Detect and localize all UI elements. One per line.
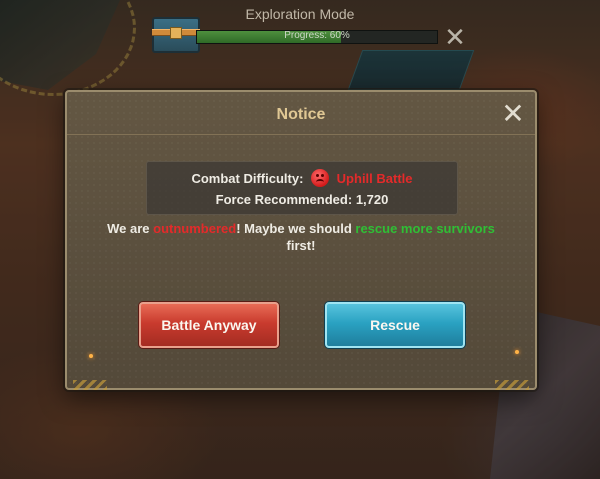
combat-difficulty-line: Combat Difficulty: Uphill Battle	[147, 169, 457, 187]
close-x-icon[interactable]: ✕	[442, 24, 468, 50]
message-part3: first!	[286, 238, 316, 253]
message-part1: We are	[107, 221, 154, 236]
dialog-title: Notice	[276, 106, 326, 123]
treasure-chest-icon	[152, 17, 200, 53]
ember-particle	[515, 350, 519, 354]
rescue-button[interactable]: Rescue	[325, 302, 465, 348]
force-label: Force Recommended:	[215, 192, 353, 207]
sad-face-icon	[311, 169, 330, 187]
difficulty-value: Uphill Battle	[336, 171, 413, 186]
progress-text: Progress: 60%	[284, 30, 350, 41]
exploration-hud: Exploration Mode Progress: 60% ✕	[0, 0, 600, 60]
battle-anyway-button[interactable]: Battle Anyway	[139, 302, 279, 348]
force-recommended-line: Force Recommended: 1,720	[147, 192, 457, 207]
dialog-header: Notice ✕	[67, 92, 535, 135]
ember-particle	[89, 354, 93, 358]
corner-decoration	[73, 380, 107, 390]
corner-decoration	[495, 380, 529, 390]
close-x-icon[interactable]: ✕	[499, 100, 527, 128]
combat-difficulty-label: Combat Difficulty:	[191, 171, 304, 186]
message-rescue: rescue more survivors	[355, 221, 495, 236]
force-value: 1,720	[355, 192, 389, 207]
combat-info-box: Combat Difficulty: Uphill Battle Force R…	[146, 161, 458, 215]
hud-title: Exploration Mode	[245, 6, 355, 22]
notice-dialog: Notice ✕ Combat Difficulty: Uphill Battl…	[65, 90, 537, 390]
progress-bar: Progress: 60%	[196, 30, 438, 44]
warning-message: We are outnumbered! Maybe we should resc…	[97, 220, 505, 254]
message-part2: ! Maybe we should	[236, 221, 356, 236]
message-outnumbered: outnumbered	[153, 221, 237, 236]
